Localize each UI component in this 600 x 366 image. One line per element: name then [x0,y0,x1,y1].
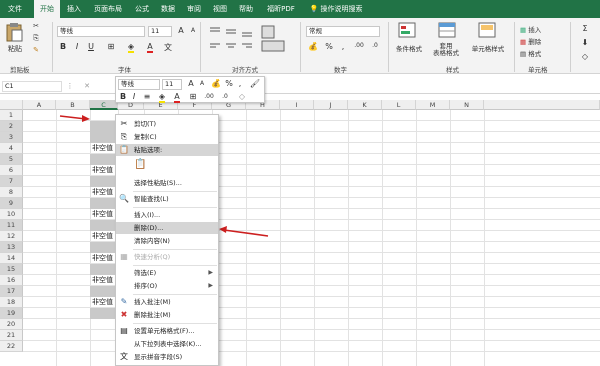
mini-shrink-font-button[interactable]: A [198,80,206,87]
menu-filter[interactable]: 筛选(E) ▶ [116,267,218,279]
menu-pick-from-list[interactable]: 从下拉列表中选择(K)... [116,338,218,350]
annotation-arrows [59,115,269,237]
mini-increase-decimal-icon[interactable]: .00 [202,93,216,100]
menu-format-cells[interactable]: ▤ 设置单元格格式(F)... [116,325,218,337]
mini-italic-button[interactable]: I [130,92,138,101]
mini-font-color-button[interactable]: A [172,92,182,103]
mini-toolbar: 等线 11 A A 💰 % , 🖌 B I ≡ ◈ A ⊞ .00 .0 ◇ [115,76,265,103]
menu-paste-special[interactable]: 选择性粘贴(S)... [116,177,218,189]
phonetic-icon: 文 [120,352,128,361]
menu-separator [133,294,217,295]
mini-size-select[interactable]: 11 [162,79,182,90]
mini-currency-icon[interactable]: 💰 [210,79,222,88]
menu-separator [133,207,217,208]
menu-show-phonetic[interactable]: 文显示拼音字段(S) [116,351,218,363]
copy-icon: ⎘ [120,132,128,141]
menu-insert[interactable]: 插入(I)... [116,209,218,221]
mini-percent-button[interactable]: % [224,79,234,88]
mini-comma-button[interactable]: , [236,79,244,88]
menu-separator [133,323,217,324]
menu-separator [133,265,217,266]
mini-borders-icon[interactable]: ⊞ [188,92,198,101]
clipboard-icon: 📋 [119,145,129,154]
submenu-arrow-icon: ▶ [208,269,213,276]
context-menu: ✂ 剪切(T) ⎘ 复制(C) 📋 粘贴选项: 📋 选择性粘贴(S)... 🔍 智能查找… [115,114,219,366]
menu-smart-lookup[interactable]: 🔍 智能查找(L) [116,193,218,205]
mini-decrease-decimal-icon[interactable]: .0 [218,93,232,100]
mini-bold-button[interactable]: B [119,92,127,101]
mini-fill-color-icon[interactable]: ◈ [156,92,168,103]
menu-paste-options: 📋 粘贴选项: [116,144,218,156]
menu-cut[interactable]: ✂ 剪切(T) [116,118,218,130]
mini-format-painter-icon[interactable]: 🖌 [248,79,262,88]
menu-separator [133,249,217,250]
menu-copy[interactable]: ⎘ 复制(C) [116,131,218,143]
mini-align-center-icon[interactable]: ≡ [142,92,152,101]
submenu-arrow-icon: ▶ [208,282,213,289]
menu-paste-option-default[interactable]: 📋 [116,159,218,175]
delete-comment-icon: ✖ [120,310,128,319]
menu-insert-comment[interactable]: ✎ 插入批注(M) [116,296,218,308]
format-cells-icon: ▤ [120,326,128,335]
arrow-to-delete [219,226,269,237]
paste-icon: 📋 [134,159,147,170]
cut-icon: ✂ [120,119,128,128]
menu-delete[interactable]: 删除(D)... [116,222,218,234]
quick-analysis-icon: ▦ [120,252,128,261]
mini-grow-font-button[interactable]: A [186,79,196,88]
mini-eraser-icon[interactable]: ◇ [236,92,248,101]
comment-icon: ✎ [120,297,128,306]
mini-font-select[interactable]: 等线 [118,79,160,90]
menu-sort[interactable]: 排序(O) ▶ [116,280,218,292]
arrow-to-selection [59,115,90,122]
menu-clear-contents[interactable]: 清除内容(N) [116,235,218,247]
menu-quick-analysis: ▦ 快速分析(Q) [120,252,171,261]
menu-separator [133,191,217,192]
menu-delete-comment[interactable]: ✖ 删除批注(M) [116,309,218,321]
search-icon: 🔍 [119,194,129,203]
